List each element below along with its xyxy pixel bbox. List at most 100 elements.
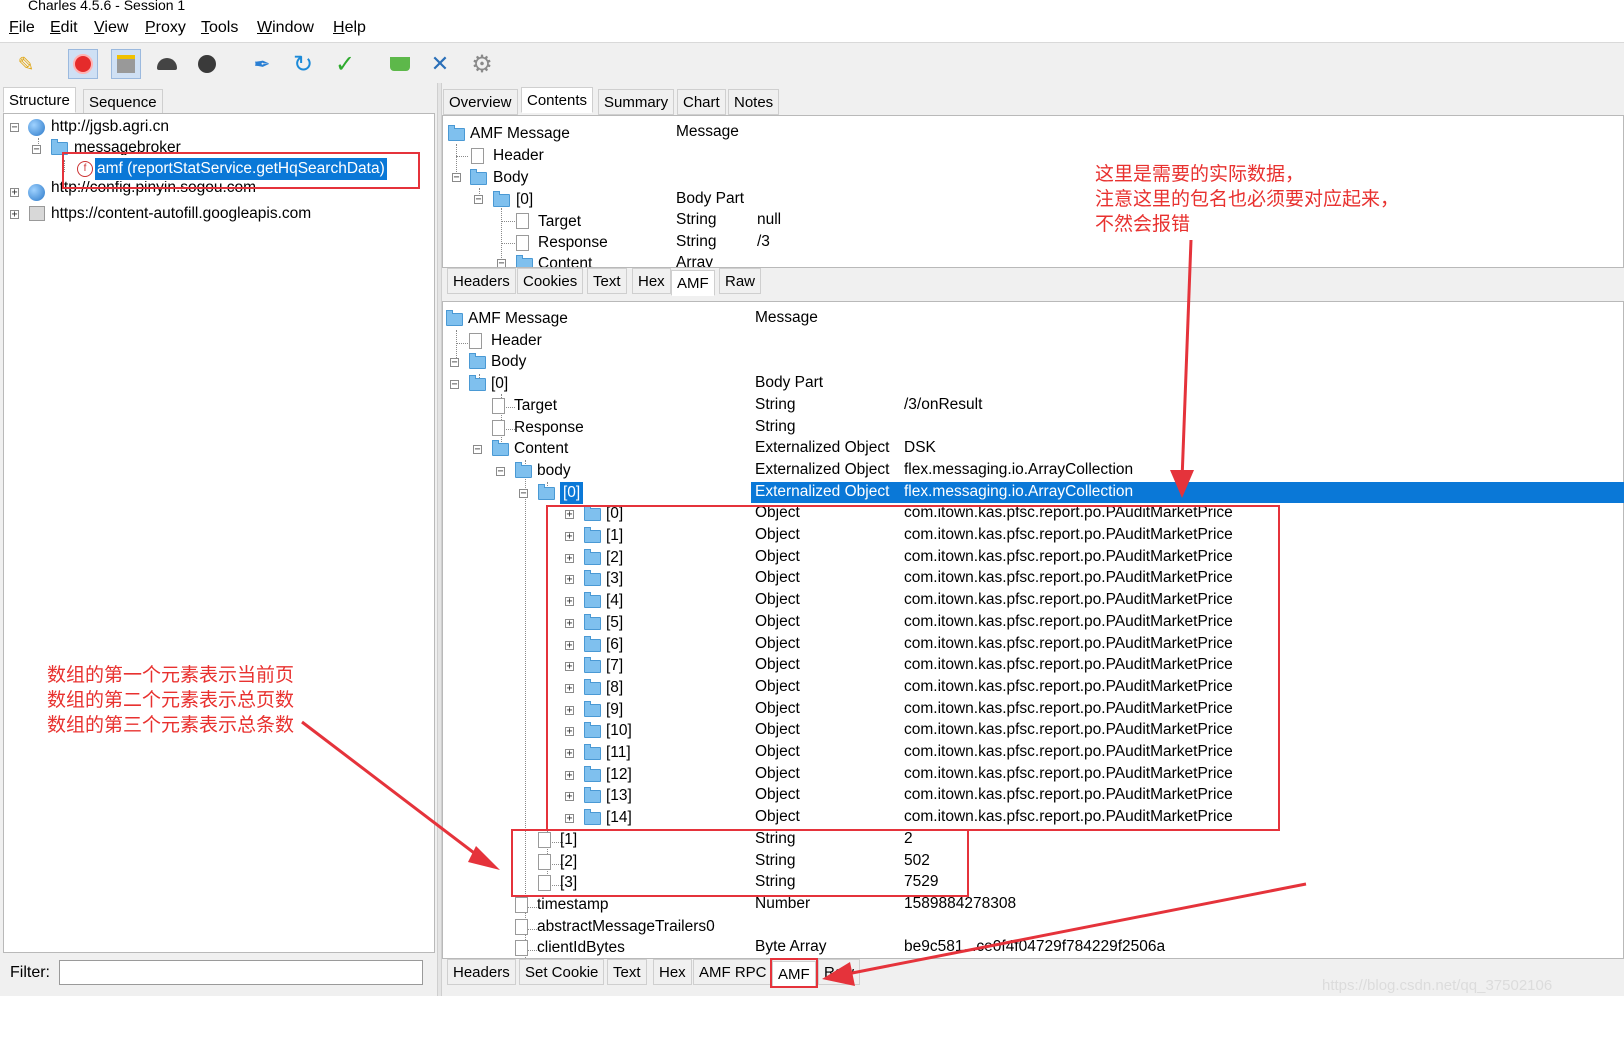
highlight-box (62, 152, 420, 189)
resp-node-name[interactable]: AMF Message (468, 308, 568, 330)
resp-node-name[interactable]: [0] (560, 482, 584, 504)
collapse-toggle[interactable]: − (32, 145, 41, 155)
resp-node-value: flex.messaging.io.ArrayCollection (904, 461, 1134, 478)
collapse-toggle[interactable]: − (452, 173, 461, 183)
collapse-toggle[interactable]: − (496, 467, 505, 477)
resp-node-value: /3/onResult (904, 396, 983, 413)
resp-tab-headers[interactable]: Headers (447, 959, 516, 985)
req-node-name[interactable]: AMF Message (470, 123, 570, 145)
req-node-name[interactable]: Content (538, 253, 592, 267)
check-icon[interactable]: ✓ (330, 49, 360, 79)
req-node-type: String (676, 211, 717, 228)
collapse-toggle[interactable]: − (450, 380, 459, 390)
filter-label: Filter: (10, 964, 50, 981)
collapse-toggle[interactable]: − (519, 489, 528, 499)
request-amf-tree: AMF Message Message Header − Body − [0] … (442, 115, 1624, 268)
req-tab-cookies[interactable]: Cookies (517, 268, 584, 294)
filter-input[interactable] (59, 960, 423, 985)
settings-icon[interactable]: ⚙ (467, 49, 497, 79)
tab-sequence[interactable]: Sequence (83, 89, 163, 115)
amf-tab-highlight-box (770, 958, 818, 988)
menu-edit[interactable]: Edit (50, 19, 78, 37)
resp-node-type: Byte Array (755, 938, 827, 955)
menu-proxy[interactable]: Proxy (145, 19, 186, 37)
tree-host-jgsb[interactable]: http://jgsb.agri.cn (51, 116, 169, 138)
resp-node-name[interactable]: timestamp (537, 894, 609, 916)
file-icon (515, 919, 528, 935)
menu-window[interactable]: Window (257, 19, 314, 37)
menu-help[interactable]: Help (333, 19, 366, 37)
req-node-name[interactable]: Header (493, 145, 544, 167)
resp-node-name[interactable]: body (537, 460, 571, 482)
req-tab-headers[interactable]: Headers (447, 268, 516, 294)
menu-file[interactable]: File (9, 19, 35, 37)
expand-toggle[interactable]: + (10, 188, 19, 198)
folder-icon (469, 353, 486, 369)
expand-toggle[interactable]: + (10, 210, 19, 220)
menu-view[interactable]: View (94, 19, 128, 37)
tab-chart[interactable]: Chart (677, 89, 726, 115)
resp-node-type: Message (755, 309, 818, 326)
objects-highlight-box (546, 505, 1280, 831)
file-icon (516, 213, 529, 229)
tab-overview[interactable]: Overview (443, 89, 518, 115)
req-node-name[interactable]: [0] (516, 189, 533, 211)
resp-node-name[interactable]: Response (514, 417, 584, 439)
tab-structure[interactable]: Structure (3, 87, 76, 113)
collapse-toggle[interactable]: − (473, 445, 482, 455)
collapse-toggle[interactable]: − (450, 358, 459, 368)
req-tab-hex[interactable]: Hex (632, 268, 671, 294)
resp-node-name[interactable]: clientIdBytes (537, 937, 625, 959)
resp-node-type: String (755, 418, 796, 435)
tree-host-googleapis[interactable]: https://content-autofill.googleapis.com (51, 203, 311, 225)
resp-node-name[interactable]: Header (491, 330, 542, 352)
file-icon (469, 333, 482, 349)
resp-node-name[interactable]: Body (491, 351, 526, 373)
resp-tab-raw[interactable]: Raw (818, 959, 861, 985)
req-tab-amf[interactable]: AMF (671, 270, 715, 296)
file-icon (515, 897, 528, 913)
stop-icon[interactable] (192, 49, 222, 79)
globe-icon (28, 119, 45, 136)
req-tab-text[interactable]: Text (587, 268, 627, 294)
resp-node-name[interactable]: Target (514, 395, 557, 417)
req-node-value: /3 (757, 233, 770, 250)
tab-notes[interactable]: Notes (728, 89, 780, 115)
turtle-icon[interactable] (152, 49, 182, 79)
resp-node-type: String (755, 396, 796, 413)
pen-icon[interactable]: ✒ (247, 49, 277, 79)
resp-node-type: Externalized Object (755, 483, 890, 500)
resp-tab-text[interactable]: Text (607, 959, 647, 985)
tools-icon[interactable]: ✕ (425, 49, 455, 79)
window-title: Charles 4.5.6 - Session 1 (28, 0, 186, 13)
folder-icon (446, 310, 463, 326)
tab-contents[interactable]: Contents (521, 87, 594, 113)
throttle-icon[interactable] (111, 49, 141, 79)
collapse-toggle[interactable]: − (10, 123, 19, 133)
resp-node-name[interactable]: abstractMessageTrailers0 (537, 916, 715, 938)
req-node-name[interactable]: Target (538, 211, 581, 233)
refresh-icon[interactable]: ↻ (288, 49, 318, 79)
collapse-toggle[interactable]: − (474, 195, 483, 205)
resp-tab-amf-rpc[interactable]: AMF RPC (693, 959, 773, 985)
req-node-type: String (676, 233, 717, 250)
req-node-name[interactable]: Response (538, 232, 608, 254)
resp-tab-hex[interactable]: Hex (653, 959, 692, 985)
resp-tab-set-cookie[interactable]: Set Cookie (519, 959, 605, 985)
req-tab-raw[interactable]: Raw (719, 268, 762, 294)
resp-node-name[interactable]: Content (514, 438, 568, 460)
collapse-toggle[interactable]: − (497, 259, 506, 267)
resp-node-type: Externalized Object (755, 439, 890, 456)
folder-icon (469, 375, 486, 391)
tab-summary[interactable]: Summary (598, 89, 675, 115)
resp-node-value: be9c581...ce0f4f04729f784229f2506a (904, 938, 1166, 955)
broom-icon[interactable]: ✎ (11, 49, 41, 79)
req-node-name[interactable]: Body (493, 167, 528, 189)
resp-node-value: flex.messaging.io.ArrayCollection (904, 483, 1134, 500)
resp-node-name[interactable]: [0] (491, 373, 508, 395)
menu-bar: File Edit View Proxy Tools Window Help (0, 14, 1624, 42)
record-icon[interactable] (68, 49, 98, 79)
basket-icon[interactable] (385, 49, 415, 79)
menu-tools[interactable]: Tools (201, 19, 238, 37)
watermark: https://blog.csdn.net/qq_37502106 (1322, 977, 1553, 994)
